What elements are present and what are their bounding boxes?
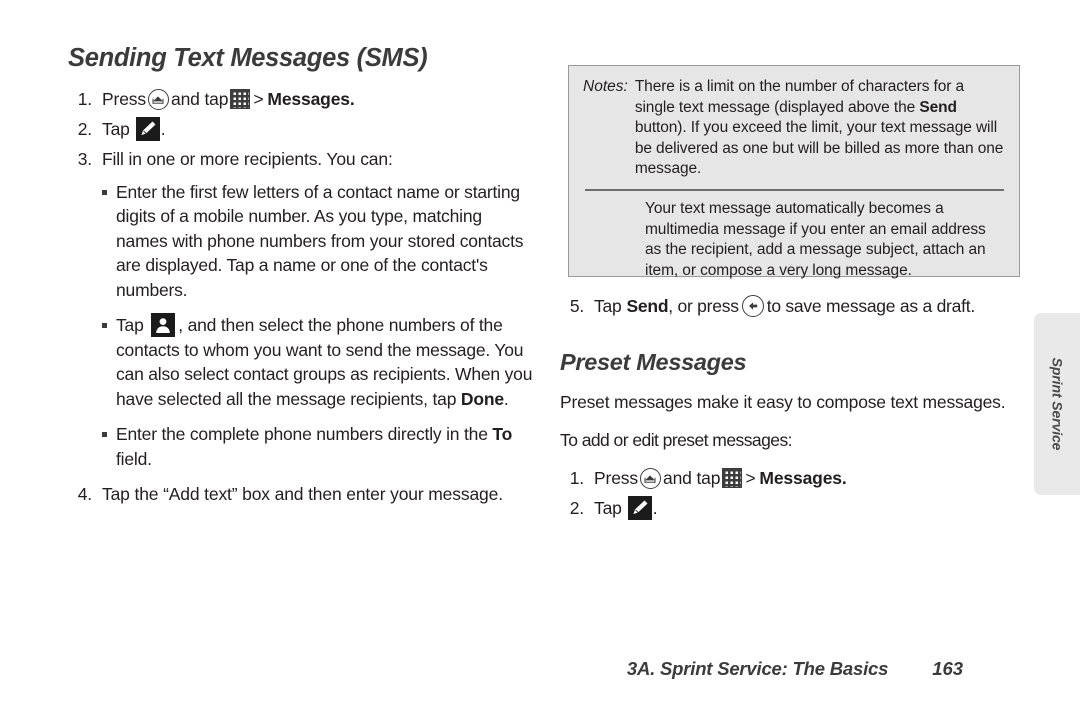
page-title: Sending Text Messages (SMS) (68, 44, 428, 72)
step-text: Press (594, 467, 638, 488)
list-item: Tap , and then select the phone numbers … (102, 313, 538, 411)
step-number: 5. (569, 295, 584, 316)
bullet-bold-term: To (492, 424, 513, 445)
home-icon (147, 88, 169, 110)
step-number: 3. (77, 148, 92, 169)
bullet-bold-term: Done (460, 388, 504, 409)
bullet-text: Enter the complete phone numbers directl… (116, 424, 488, 445)
step-text: Fill in one or more recipients. You can: (102, 148, 393, 169)
send-button-label: Send (626, 295, 669, 316)
preset-messages-subhead: To add or edit preset messages: (560, 429, 793, 450)
step-period: . (160, 118, 166, 139)
notes-divider (585, 189, 1004, 192)
step-text: Tap the “Add text” box and then enter yo… (102, 484, 503, 505)
compose-pencil-icon (135, 117, 160, 142)
list-item: 2. Tap . (560, 495, 1030, 521)
list-item: Enter the first few letters of a contact… (102, 180, 538, 303)
notes-label: Notes: (583, 78, 628, 95)
menu-separator: > (745, 467, 756, 488)
contacts-person-icon (151, 313, 176, 338)
compose-pencil-icon (627, 495, 652, 520)
preset-messages-paragraph: Preset messages make it easy to compose … (560, 392, 1006, 412)
menu-target-label: Messages. (759, 467, 847, 488)
home-icon (639, 467, 661, 489)
side-tab-label: Sprint Service (1049, 357, 1066, 451)
page-number: 163 (932, 658, 964, 679)
left-column: Sending Text Messages (SMS) 1. Press and… (68, 44, 538, 512)
app-grid-icon (722, 468, 743, 489)
footer-title: 3A. Sprint Service: The Basics (626, 658, 889, 679)
list-item: Enter the complete phone numbers directl… (102, 422, 538, 471)
note-1-part1: There is a limit on the number of charac… (634, 78, 965, 116)
note-1-part2: button). If you exceed the limit, your t… (634, 119, 1004, 178)
step-5: 5. Tap Send , or press to save message a… (560, 295, 975, 317)
step-period: . (652, 497, 658, 518)
side-tab-sprint-service: Sprint Service (1034, 313, 1080, 495)
list-item: 2. Tap . (68, 117, 538, 142)
step-text-middle: , or press (668, 295, 739, 316)
manual-page: Sending Text Messages (SMS) 1. Press and… (0, 0, 1080, 720)
app-grid-icon (230, 89, 251, 110)
step-number: 1. (77, 89, 92, 109)
step-number: 1. (569, 467, 584, 488)
bullet-text: Enter the first few letters of a contact… (116, 181, 524, 300)
step-text: Tap (594, 497, 622, 518)
right-steps-list: 1. Press and tap > Messages. 2. Tap . (560, 466, 1030, 521)
section-title-preset-messages: Preset Messages (560, 349, 747, 375)
bullet-end: . (503, 388, 509, 409)
step-number: 4. (77, 484, 92, 505)
step-text-between: and tap (662, 467, 721, 488)
back-arrow-icon (741, 295, 764, 317)
step-text: Tap (102, 118, 130, 139)
list-item: 3. Fill in one or more recipients. You c… (68, 147, 538, 471)
list-item: 4. Tap the “Add text” box and then enter… (68, 482, 538, 507)
page-footer: 3A. Sprint Service: The Basics 163 (560, 658, 1030, 680)
right-column: Preset Messages Preset messages make it … (560, 333, 1030, 525)
step-text: Press (102, 89, 146, 109)
menu-separator: > (253, 89, 264, 109)
bullet-lead: Tap (116, 315, 144, 336)
note-1-text: There is a limit on the number of charac… (635, 77, 1006, 180)
note-2-text: Your text message automatically becomes … (645, 200, 986, 279)
step-text: Tap (594, 295, 622, 316)
step-text-between: and tap (170, 89, 229, 109)
step-number: 2. (569, 497, 584, 518)
note-1-bold: Send (919, 98, 957, 116)
list-item: 1. Press and tap > Messages. (68, 87, 538, 112)
bullet-text-end: field. (116, 448, 152, 469)
step-text-after: to save message as a draft. (766, 295, 975, 316)
step-number: 2. (77, 118, 92, 139)
left-steps-list: 1. Press and tap > Messages. 2. Tap . 3.… (68, 87, 538, 507)
note-first: Notes: There is a limit on the number of… (583, 77, 1006, 180)
notes-box: Notes: There is a limit on the number of… (568, 65, 1020, 279)
menu-target-label: Messages. (267, 89, 355, 109)
list-item: 1. Press and tap > Messages. (560, 466, 1030, 491)
step3-bullet-list: Enter the first few letters of a contact… (102, 180, 538, 472)
